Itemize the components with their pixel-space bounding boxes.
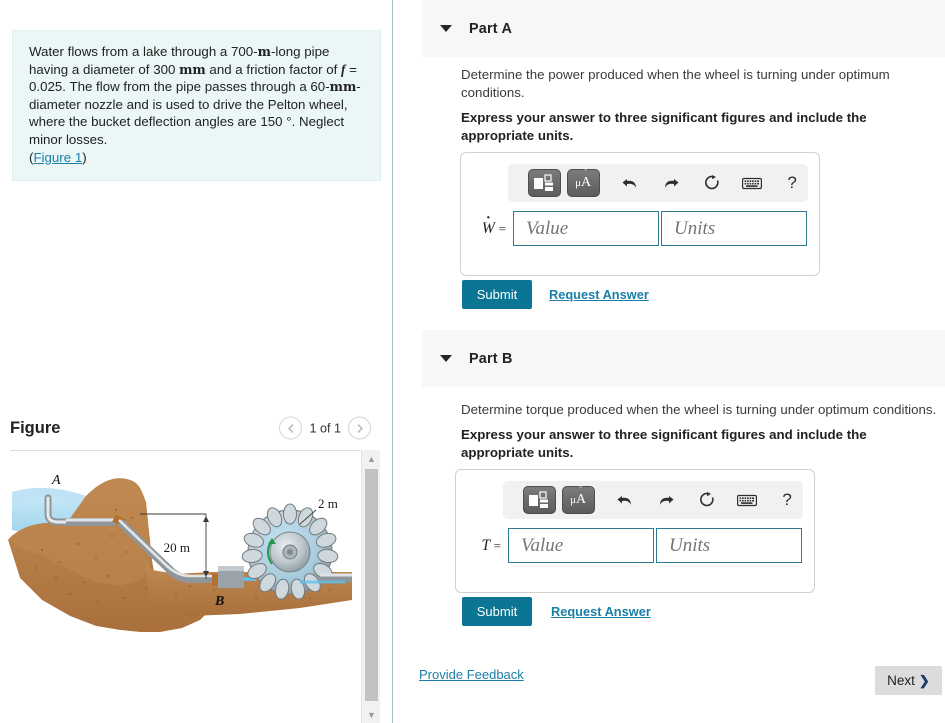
- figure-title: Figure: [10, 418, 61, 437]
- part-a-prompt: Determine the power produced when the wh…: [461, 67, 890, 100]
- part-b-units-input[interactable]: [656, 528, 802, 563]
- part-a-variable-label: W =: [461, 220, 513, 238]
- redo-arrow-icon[interactable]: [655, 169, 687, 197]
- collapse-caret-icon[interactable]: [440, 355, 452, 362]
- angstrom-label: A: [581, 168, 591, 191]
- label-20m: 20 m: [164, 540, 190, 555]
- right-panel: Part A Determine the power produced when…: [394, 0, 945, 723]
- reset-glyph-icon: [705, 174, 719, 189]
- chevron-right-icon: [357, 423, 363, 433]
- part-a-value-input[interactable]: [513, 211, 659, 246]
- scroll-down-arrow-icon[interactable]: ▼: [362, 706, 381, 723]
- keyboard-glyph-icon: [737, 494, 758, 506]
- label-point-b: B: [214, 594, 224, 609]
- variable-w-dot: W: [482, 220, 495, 238]
- provide-feedback-link[interactable]: Provide Feedback: [419, 667, 524, 682]
- redo-glyph-icon: [659, 495, 674, 505]
- part-a-title: Part A: [469, 20, 513, 37]
- figure-header: Figure 1 of 1: [0, 408, 393, 448]
- reset-circular-arrow-icon[interactable]: [692, 486, 724, 514]
- part-a-answer-row: W =: [461, 211, 819, 246]
- part-a-header[interactable]: Part A: [422, 0, 945, 57]
- collapse-caret-icon[interactable]: [440, 25, 452, 32]
- unit-mm-2: mm: [329, 79, 357, 95]
- figure-divider: [10, 450, 366, 451]
- part-a-request-answer-link[interactable]: Request Answer: [549, 287, 649, 302]
- part-b-variable-label: T =: [456, 537, 508, 555]
- scrollbar-thumb[interactable]: [365, 469, 378, 701]
- left-panel: Water flows from a lake through a 700-m-…: [0, 0, 393, 723]
- question-mark-icon[interactable]: ?: [771, 486, 803, 514]
- question-line2-a: a diameter of 300: [71, 61, 180, 77]
- exercise-page: Water flows from a lake through a 700-m-…: [0, 0, 945, 723]
- part-a-instruction: Express your answer to three significant…: [461, 110, 867, 143]
- unit-m: m: [257, 44, 271, 59]
- figure-next-button[interactable]: [348, 416, 371, 440]
- undo-arrow-icon[interactable]: [614, 169, 646, 197]
- part-b-instruction: Express your answer to three significant…: [461, 427, 867, 460]
- next-button-label: Next: [887, 673, 915, 688]
- part-b-request-answer-link[interactable]: Request Answer: [551, 604, 651, 619]
- keyboard-icon[interactable]: [732, 486, 764, 514]
- part-b-answer-card: μA ˚ ? T = Value Units: [455, 469, 815, 593]
- unit-mm-1: mm: [179, 61, 206, 77]
- question-line3-a: The flow from the pipe passes through a …: [69, 79, 330, 95]
- math-template-icon[interactable]: [528, 169, 561, 197]
- part-b-toolbar: μA ˚ ?: [503, 481, 803, 519]
- scroll-up-arrow-icon[interactable]: ▲: [362, 450, 381, 467]
- reset-glyph-icon: [700, 491, 714, 506]
- keyboard-icon[interactable]: [737, 169, 769, 197]
- equals-sign: =: [493, 537, 501, 553]
- units-muA-icon[interactable]: μA: [561, 485, 595, 514]
- question-mark-icon[interactable]: ?: [776, 169, 808, 197]
- next-button[interactable]: Next ❯: [875, 666, 942, 695]
- part-b-value-input[interactable]: [508, 528, 654, 563]
- variable-t: T: [481, 536, 490, 554]
- chevron-right-icon: ❯: [918, 672, 930, 688]
- figure-image: 20 m 2 m A B: [0, 452, 360, 723]
- figure-page-label: 1 of 1: [309, 421, 341, 435]
- template-glyph-icon: [529, 491, 549, 508]
- angstrom-label: A: [576, 485, 586, 508]
- part-b-prompt: Determine torque produced when the wheel…: [461, 402, 937, 417]
- part-a-toolbar: μA ˚ ?: [508, 164, 808, 202]
- keyboard-glyph-icon: [742, 177, 763, 189]
- figure-pager: 1 of 1: [279, 416, 371, 440]
- question-line2-b: and a friction factor of: [205, 61, 341, 77]
- figure-1-link[interactable]: Figure 1: [33, 150, 82, 165]
- undo-arrow-icon[interactable]: [609, 486, 641, 514]
- part-b-answer-row: T =: [456, 528, 814, 563]
- label-2m: 2 m: [318, 496, 338, 511]
- question-line1-a: Water flows from a lake through a 700-: [29, 44, 258, 59]
- part-a-submit-button[interactable]: Submit: [462, 280, 532, 309]
- figure-scrollbar[interactable]: ▲ ▼: [361, 450, 380, 723]
- math-template-icon[interactable]: [523, 486, 556, 514]
- question-statement: Water flows from a lake through a 700-m-…: [12, 30, 381, 182]
- part-b-submit-button[interactable]: Submit: [462, 597, 532, 626]
- part-b-title: Part B: [469, 350, 513, 367]
- redo-glyph-icon: [664, 178, 679, 188]
- part-b-header[interactable]: Part B: [422, 330, 945, 387]
- part-a-answer-card: μA ˚ ? W · = Value Units: [460, 152, 820, 276]
- reset-circular-arrow-icon[interactable]: [697, 169, 729, 197]
- figure-prev-button[interactable]: [279, 416, 303, 440]
- units-muA-icon[interactable]: μA: [566, 168, 600, 197]
- pelton-wheel-diagram: 20 m 2 m A B: [8, 473, 352, 652]
- label-point-a: A: [51, 473, 61, 488]
- part-a-units-input[interactable]: [661, 211, 807, 246]
- undo-glyph-icon: [617, 495, 631, 505]
- template-glyph-icon: [534, 174, 554, 191]
- chevron-left-icon: [288, 423, 294, 433]
- undo-glyph-icon: [622, 178, 636, 188]
- redo-arrow-icon[interactable]: [650, 486, 682, 514]
- equals-sign: =: [498, 220, 506, 236]
